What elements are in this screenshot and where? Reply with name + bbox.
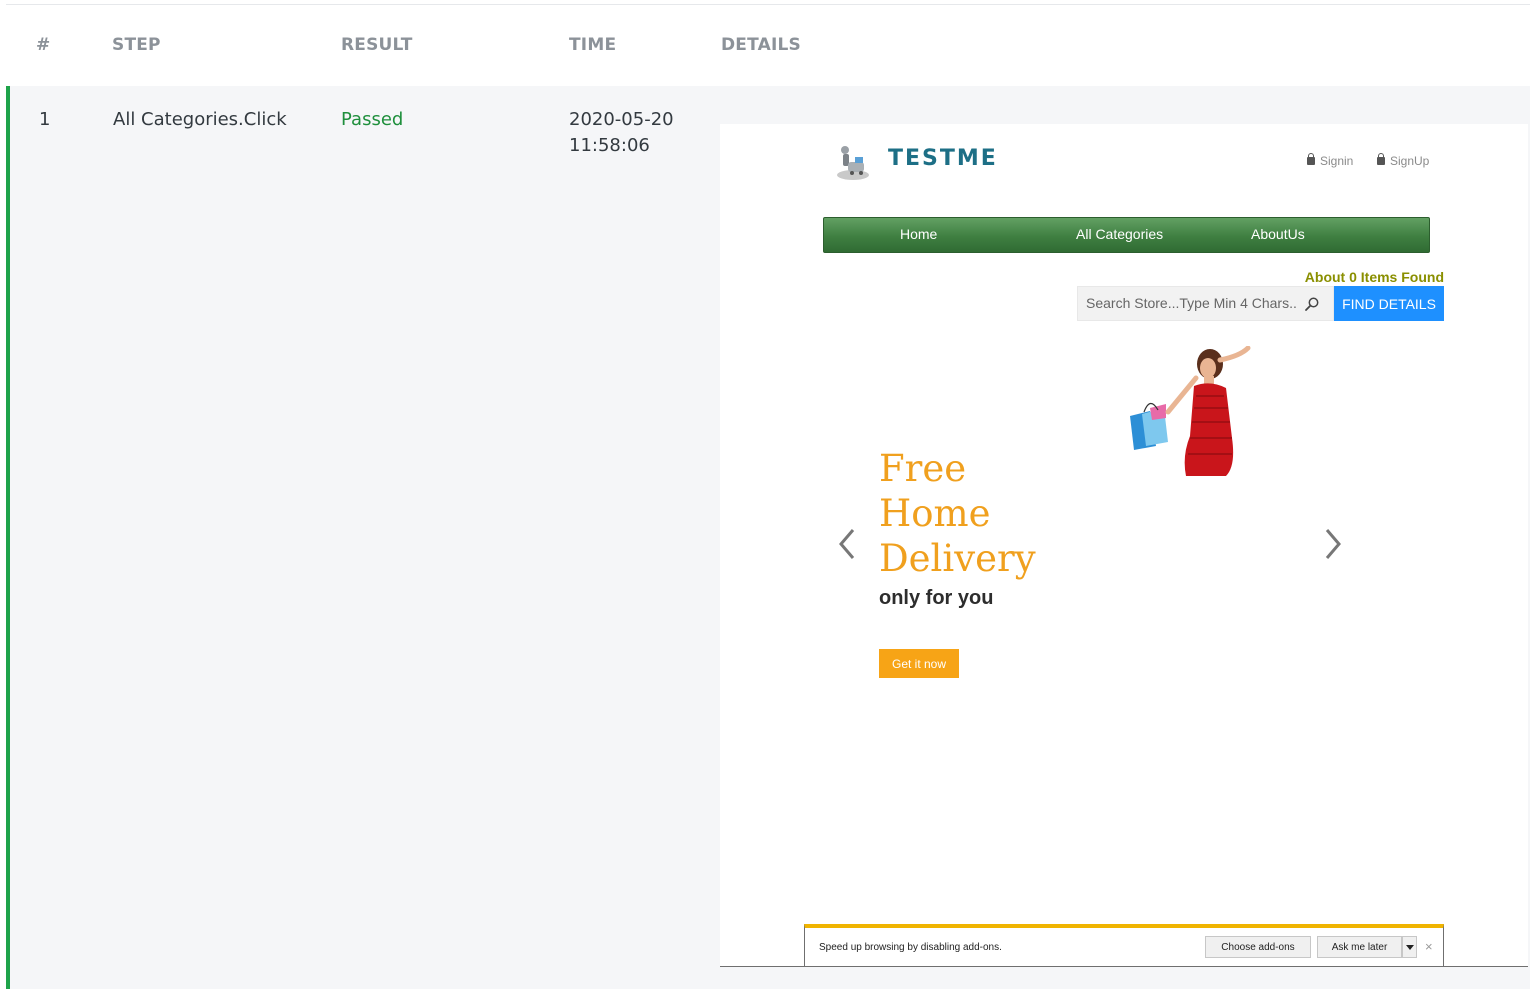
row-result: Passed	[341, 109, 404, 130]
search-box	[1077, 286, 1334, 321]
close-icon[interactable]: ×	[1425, 939, 1433, 954]
header-index: #	[36, 35, 51, 55]
signin-link[interactable]: Signin	[1307, 153, 1354, 168]
header-details: DETAILS	[721, 35, 801, 55]
lock-icon	[1377, 153, 1385, 165]
find-details-button[interactable]: FIND DETAILS	[1334, 286, 1444, 321]
promo-headline: Free Home Delivery	[879, 446, 1036, 581]
search-icon[interactable]	[1304, 296, 1320, 312]
header-step: STEP	[112, 35, 161, 55]
choose-addons-button[interactable]: Choose add-ons	[1205, 936, 1311, 958]
nav-home[interactable]: Home	[900, 226, 937, 242]
addons-notification-bar: Speed up browsing by disabling add-ons. …	[804, 924, 1444, 966]
promo-line-3: Delivery	[879, 537, 1036, 580]
step-screenshot: TESTME Signin SignUp Home All Categories…	[720, 124, 1528, 967]
logo-robot-icon	[837, 146, 869, 180]
items-found-label: About 0 Items Found	[1304, 269, 1444, 285]
row-index: 1	[39, 109, 51, 130]
search-input[interactable]	[1086, 295, 1298, 311]
promo-line-2: Home	[879, 492, 991, 535]
row-date: 2020-05-20	[569, 109, 674, 130]
ask-me-later-button[interactable]: Ask me later	[1317, 936, 1402, 958]
row-step: All Categories.Click	[113, 109, 287, 130]
nav-all-categories[interactable]: All Categories	[1076, 226, 1163, 242]
table-header: # STEP RESULT TIME DETAILS	[6, 4, 1530, 86]
notification-text: Speed up browsing by disabling add-ons.	[819, 942, 1002, 953]
get-it-now-button[interactable]: Get it now	[879, 649, 959, 678]
shopping-woman-image	[1130, 346, 1251, 476]
header-time: TIME	[569, 35, 617, 55]
promo-subtitle: only for you	[879, 587, 994, 609]
lock-icon	[1307, 153, 1315, 165]
nav-about-us[interactable]: AboutUs	[1251, 226, 1305, 242]
logo-text: TESTME	[888, 146, 998, 171]
row-time: 11:58:06	[569, 135, 650, 156]
test-report: # STEP RESULT TIME DETAILS 1 All Categor…	[0, 0, 1532, 989]
main-navbar: Home All Categories AboutUs	[823, 217, 1430, 253]
carousel-prev-icon[interactable]	[835, 524, 859, 564]
carousel-next-icon[interactable]	[1321, 524, 1345, 564]
signin-label: Signin	[1320, 154, 1354, 168]
signup-link[interactable]: SignUp	[1377, 153, 1430, 168]
header-result: RESULT	[341, 35, 413, 55]
promo-line-1: Free	[879, 447, 967, 490]
ask-later-dropdown-icon[interactable]	[1402, 936, 1417, 958]
signup-label: SignUp	[1390, 154, 1430, 168]
